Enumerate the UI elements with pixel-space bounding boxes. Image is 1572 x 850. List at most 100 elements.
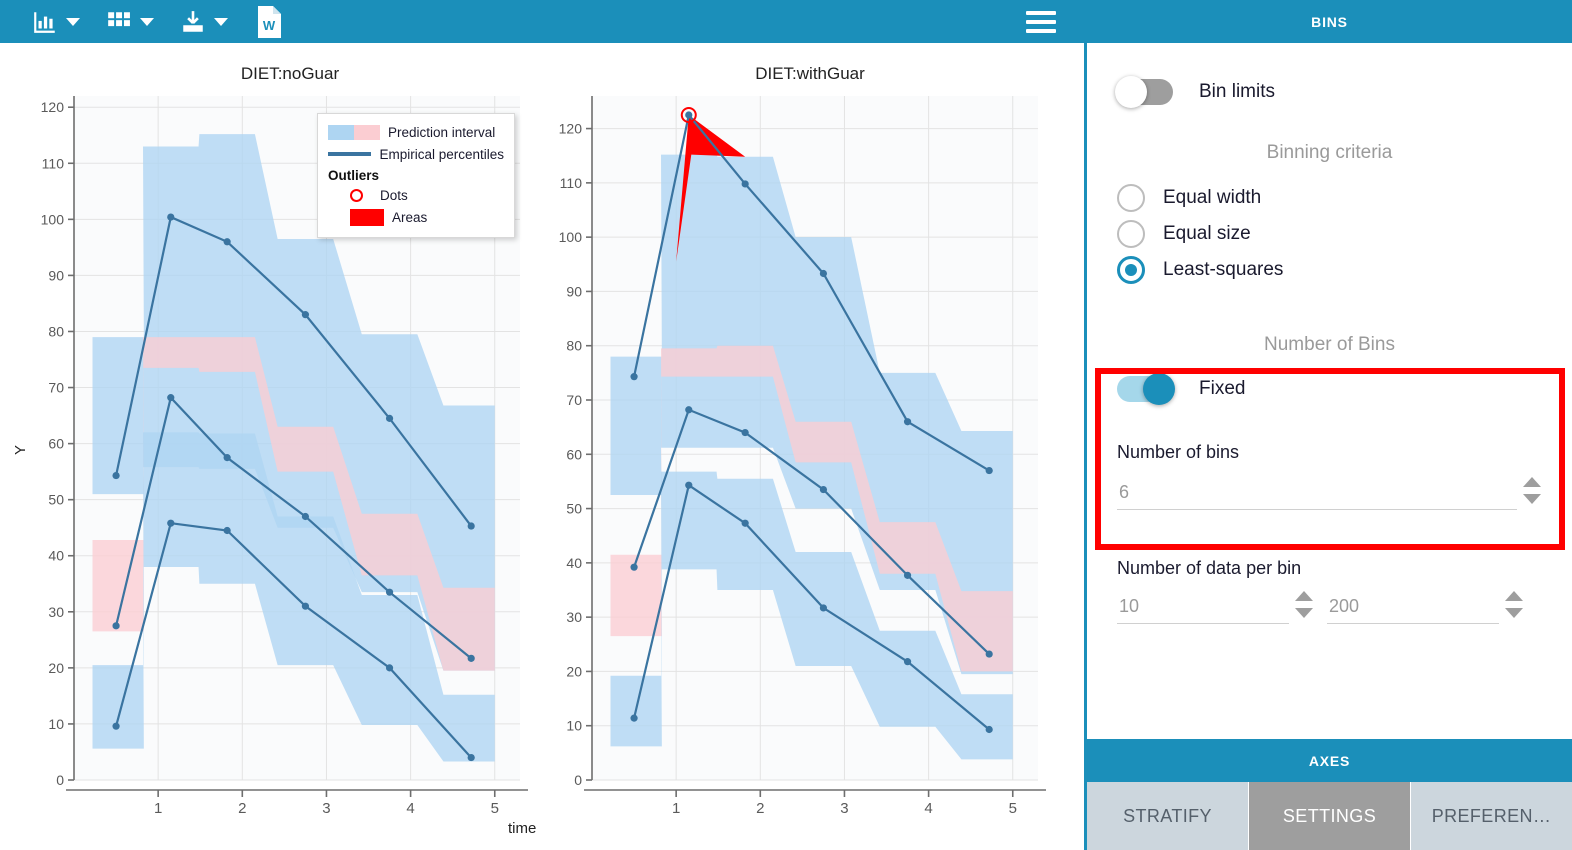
tab-preferences[interactable]: PREFEREN…	[1411, 782, 1572, 850]
data-per-bin-max-input[interactable]	[1327, 596, 1499, 624]
number-of-data-per-bin-label: Number of data per bin	[1117, 558, 1302, 578]
svg-text:2: 2	[756, 800, 764, 817]
spinner-up-icon[interactable]	[1505, 591, 1523, 601]
hamburger-menu-icon[interactable]	[1026, 10, 1056, 33]
svg-text:0: 0	[56, 772, 64, 788]
binning-criteria-caption: Binning criteria	[1266, 142, 1393, 163]
fixed-toggle[interactable]	[1117, 373, 1175, 405]
data-per-bin-min-field[interactable]	[1117, 591, 1313, 624]
spinner-down-icon[interactable]	[1505, 608, 1523, 618]
prediction-interval-swatch	[328, 124, 380, 140]
svg-text:3: 3	[322, 800, 330, 817]
data-per-bin-min-input[interactable]	[1117, 596, 1289, 624]
number-of-bins-spinner[interactable]	[1523, 477, 1541, 504]
radio-label-least-squares: Least-squares	[1163, 259, 1284, 280]
svg-text:4: 4	[924, 800, 932, 817]
app-root: W DIET:noGuar DIET:withGuar Y time 0 10 20…	[0, 0, 1572, 850]
svg-text:W: W	[263, 18, 276, 33]
fixed-toggle-row[interactable]: Fixed	[1117, 373, 1542, 405]
chart-title-right: DIET:withGuar	[755, 64, 865, 83]
radio-circle-equal-width[interactable]	[1117, 184, 1145, 212]
word-document-icon: W	[254, 5, 284, 39]
tab-settings[interactable]: SETTINGS	[1249, 782, 1411, 850]
chevron-down-icon[interactable]	[66, 17, 80, 26]
legend-row-empirical-percentiles: Empirical percentiles	[328, 143, 504, 165]
data-per-bin-fields	[1117, 591, 1542, 624]
svg-text:120: 120	[559, 121, 583, 137]
axes-panel-header[interactable]: AXES	[1087, 739, 1572, 782]
toolbar-word-export-button[interactable]: W	[254, 0, 284, 43]
chart-legend: Prediction interval Empirical percentile…	[317, 113, 515, 238]
legend-label-prediction-interval: Prediction interval	[388, 124, 496, 140]
fixed-label: Fixed	[1199, 378, 1246, 399]
spinner-down-icon[interactable]	[1523, 494, 1541, 504]
svg-text:10: 10	[566, 718, 582, 734]
number-of-bins-label: Number of bins	[1117, 442, 1240, 462]
data-per-bin-min-spinner[interactable]	[1295, 591, 1313, 618]
outlier-dot-icon	[350, 188, 363, 202]
svg-text:90: 90	[566, 283, 582, 299]
bar-chart-icon	[32, 9, 58, 35]
radio-equal-width[interactable]: Equal width	[1117, 180, 1542, 216]
radio-equal-size[interactable]: Equal size	[1117, 216, 1542, 252]
bin-limits-toggle-row[interactable]: Bin limits	[1115, 76, 1542, 108]
chevron-down-icon[interactable]	[214, 17, 228, 26]
radio-least-squares[interactable]: Least-squares	[1117, 252, 1542, 288]
chevron-down-icon[interactable]	[140, 17, 154, 26]
svg-text:70: 70	[566, 392, 582, 408]
toolbar: W	[0, 0, 1084, 43]
svg-text:4: 4	[406, 800, 414, 817]
svg-text:10: 10	[48, 716, 64, 732]
svg-text:5: 5	[491, 800, 499, 817]
svg-text:100: 100	[559, 229, 583, 245]
data-per-bin-max-field[interactable]	[1327, 591, 1523, 624]
svg-text:110: 110	[42, 155, 65, 171]
svg-text:70: 70	[48, 380, 64, 396]
svg-text:60: 60	[566, 446, 582, 462]
svg-text:20: 20	[566, 663, 582, 679]
plot-area: W DIET:noGuar DIET:withGuar Y time 0 10 20…	[0, 0, 1084, 850]
chart-right[interactable]: 0 10 20 30 40 50 60 70 80 90 100 110 120 1 2 3 4 5	[548, 88, 1048, 818]
tab-stratify[interactable]: STRATIFY	[1087, 782, 1249, 850]
settings-side-panel: BINS Bin limits Binning criteria Equal w…	[1084, 0, 1572, 850]
legend-header-outliers: Outliers	[328, 168, 380, 183]
spinner-up-icon[interactable]	[1523, 477, 1541, 487]
number-of-bins-field[interactable]	[1117, 477, 1542, 510]
radio-circle-equal-size[interactable]	[1117, 220, 1145, 248]
svg-text:40: 40	[566, 555, 582, 571]
legend-label-empirical-percentiles: Empirical percentiles	[379, 146, 504, 162]
svg-text:100: 100	[41, 211, 65, 227]
radio-label-equal-width: Equal width	[1163, 187, 1262, 208]
svg-text:3: 3	[840, 800, 848, 817]
svg-text:1: 1	[154, 800, 162, 817]
toolbar-download-button[interactable]	[180, 0, 232, 43]
svg-text:50: 50	[566, 501, 582, 517]
spinner-up-icon[interactable]	[1295, 591, 1313, 601]
svg-text:30: 30	[566, 609, 582, 625]
svg-text:40: 40	[48, 548, 64, 564]
percentile-line-swatch	[328, 152, 372, 156]
bin-limits-label: Bin limits	[1199, 81, 1276, 102]
radio-circle-least-squares[interactable]	[1117, 256, 1145, 284]
bin-limits-toggle[interactable]	[1115, 76, 1173, 108]
number-of-bins-input[interactable]	[1117, 482, 1517, 510]
svg-text:2: 2	[238, 800, 246, 817]
svg-text:60: 60	[48, 436, 64, 452]
number-of-bins-caption: Number of Bins	[1264, 334, 1395, 355]
data-per-bin-max-spinner[interactable]	[1505, 591, 1523, 618]
spinner-down-icon[interactable]	[1295, 608, 1313, 618]
toolbar-chart-button[interactable]	[32, 0, 84, 43]
svg-text:30: 30	[48, 604, 64, 620]
legend-row-dots: Dots	[328, 184, 504, 206]
svg-text:50: 50	[48, 492, 64, 508]
download-icon	[180, 9, 206, 35]
svg-text:90: 90	[48, 267, 64, 283]
svg-text:5: 5	[1009, 800, 1017, 817]
svg-text:0: 0	[574, 772, 582, 788]
legend-label-areas: Areas	[392, 209, 428, 225]
bottom-tab-strip: STRATIFY SETTINGS PREFEREN…	[1087, 782, 1572, 850]
svg-text:110: 110	[560, 175, 583, 191]
grid-icon	[106, 9, 132, 35]
toolbar-grid-button[interactable]	[106, 0, 158, 43]
svg-text:20: 20	[48, 660, 64, 676]
